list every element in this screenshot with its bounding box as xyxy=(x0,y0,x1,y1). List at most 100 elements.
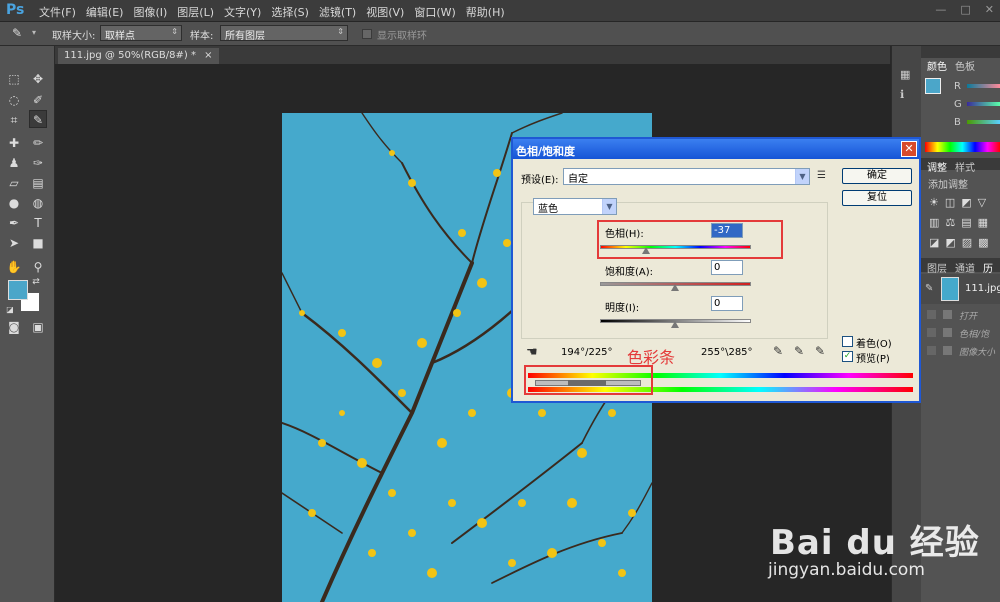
move-tool-icon[interactable]: ✥ xyxy=(29,70,47,88)
color-ramp[interactable] xyxy=(925,142,1000,152)
dialog-close-button[interactable]: ✕ xyxy=(901,141,917,157)
history-item-hue[interactable]: 色相/饱 xyxy=(921,326,1000,342)
hue-highlight-box xyxy=(597,220,783,259)
menu-filter[interactable]: 滤镜(T) xyxy=(314,4,361,20)
show-ring-checkbox[interactable] xyxy=(362,29,372,39)
preset-value: 自定 xyxy=(568,174,588,185)
close-tab-icon[interactable]: × xyxy=(204,50,212,61)
foreground-color-swatch[interactable] xyxy=(8,280,28,300)
stamp-tool-icon[interactable]: ♟ xyxy=(5,154,23,172)
history-item-open[interactable]: 打开 xyxy=(921,308,1000,324)
options-bar: ✎ ▾ 取样大小: 取样点 ⇕ 样本: 所有图层 ⇕ 显示取样环 xyxy=(0,22,1000,46)
menu-help[interactable]: 帮助(H) xyxy=(461,4,510,20)
sample-label: 样本: xyxy=(190,31,214,42)
add-adjustment-label: 添加调整 xyxy=(928,180,968,191)
menu-layer[interactable]: 图层(L) xyxy=(172,4,219,20)
info-panel-icon[interactable]: ℹ xyxy=(900,88,904,101)
targeted-adjust-hand-icon[interactable]: ☚ xyxy=(526,345,538,360)
document-tab[interactable]: 111.jpg @ 50%(RGB/8#) * × xyxy=(58,48,219,64)
history-snapshot-row[interactable]: ✎ 111.jpg xyxy=(921,274,1000,304)
channel-select[interactable]: 蓝色 ▼ xyxy=(533,198,617,215)
preset-select[interactable]: 自定 ▼ xyxy=(563,168,810,185)
brush-tool-icon[interactable]: ✏ xyxy=(29,134,47,152)
lasso-tool-icon[interactable]: ◌ xyxy=(5,91,23,109)
saturation-input[interactable]: 0 xyxy=(711,260,743,275)
menu-edit[interactable]: 编辑(E) xyxy=(81,4,129,20)
close-button[interactable]: ✕ xyxy=(985,3,994,16)
eraser-tool-icon[interactable]: ▱ xyxy=(5,174,23,192)
sample-size-select[interactable]: 取样点 ⇕ xyxy=(100,25,182,42)
zoom-tool-icon[interactable]: ⚲ xyxy=(29,258,47,276)
path-select-tool-icon[interactable]: ➤ xyxy=(5,234,23,252)
tools-panel: ⬚ ✥ ◌ ✐ ⌗ ✎ ✚ ✏ ♟ ✑ ▱ ▤ ● ◍ ✒ T ➤ ■ ✋ ⚲ … xyxy=(0,46,55,602)
history-state-icon xyxy=(943,310,952,319)
preview-label: 预览(P) xyxy=(856,354,890,365)
colorize-checkbox[interactable] xyxy=(842,336,853,347)
swap-colors-icon[interactable]: ⇄ xyxy=(30,276,42,288)
ok-button[interactable]: 确定 xyxy=(842,168,912,184)
crop-tool-icon[interactable]: ⌗ xyxy=(5,111,23,129)
channel-g-slider[interactable] xyxy=(967,102,1000,106)
type-tool-icon[interactable]: T xyxy=(29,214,47,232)
maximize-button[interactable]: □ xyxy=(960,3,970,16)
adjustment-icons-row[interactable]: ▥⚖▤▦ xyxy=(929,216,994,229)
channel-r-slider[interactable] xyxy=(967,84,1000,88)
sample-size-label: 取样大小: xyxy=(52,31,96,42)
minimize-button[interactable]: — xyxy=(935,3,946,16)
menu-type[interactable]: 文字(Y) xyxy=(219,4,266,20)
lightness-input[interactable]: 0 xyxy=(711,296,743,311)
menu-select[interactable]: 选择(S) xyxy=(266,4,314,20)
menu-window[interactable]: 窗口(W) xyxy=(409,4,460,20)
eyedropper-icon[interactable]: ✎ xyxy=(12,26,22,40)
blur-tool-icon[interactable]: ● xyxy=(5,194,23,212)
photoshop-logo: Ps xyxy=(6,2,25,18)
tab-color[interactable]: 颜色 xyxy=(927,58,947,73)
preset-options-icon[interactable]: ☰ xyxy=(817,170,826,181)
sample-select[interactable]: 所有图层 ⇕ xyxy=(220,25,348,42)
tab-adjustments[interactable]: 调整 xyxy=(927,159,947,174)
healing-tool-icon[interactable]: ✚ xyxy=(5,134,23,152)
reset-button[interactable]: 复位 xyxy=(842,190,912,206)
eyedropper-tool-icon[interactable]: ✎ xyxy=(29,110,47,128)
chevron-down-icon: ▼ xyxy=(795,169,809,184)
screen-mode-icon[interactable]: ▣ xyxy=(29,318,47,336)
adjustment-icons-row[interactable]: ◪◩▨▩ xyxy=(929,236,995,249)
tab-channels[interactable]: 通道 xyxy=(955,260,975,275)
shape-tool-icon[interactable]: ■ xyxy=(29,234,47,252)
colorize-label: 着色(O) xyxy=(856,339,892,350)
chevron-down-icon[interactable]: ▾ xyxy=(32,28,36,37)
quick-select-tool-icon[interactable]: ✐ xyxy=(29,91,47,109)
dodge-tool-icon[interactable]: ◍ xyxy=(29,194,47,212)
preset-label: 预设(E): xyxy=(521,175,559,186)
menu-bar: Ps 文件(F) 编辑(E) 图像(I) 图层(L) 文字(Y) 选择(S) 滤… xyxy=(0,0,1000,22)
adjustment-icons-row[interactable]: ☀◫◩▽ xyxy=(929,196,992,209)
history-panel-icon[interactable]: ▦ xyxy=(900,68,910,81)
pen-tool-icon[interactable]: ✒ xyxy=(5,214,23,232)
gradient-tool-icon[interactable]: ▤ xyxy=(29,174,47,192)
tab-styles[interactable]: 样式 xyxy=(955,159,975,174)
dialog-title-bar[interactable]: 色相/饱和度 ✕ xyxy=(513,139,919,159)
preview-checkbox[interactable]: ✓ xyxy=(842,351,853,362)
menu-view[interactable]: 视图(V) xyxy=(361,4,409,20)
lightness-slider-thumb[interactable] xyxy=(671,321,679,328)
menu-file[interactable]: 文件(F) xyxy=(34,4,81,20)
lightness-label: 明度(I): xyxy=(605,303,640,314)
hand-tool-icon[interactable]: ✋ xyxy=(5,258,23,276)
history-item-image-size[interactable]: 图像大小 xyxy=(921,344,1000,360)
menu-items: 文件(F) 编辑(E) 图像(I) 图层(L) 文字(Y) 选择(S) 滤镜(T… xyxy=(34,4,510,20)
eyedropper-icon[interactable]: ✎ xyxy=(773,344,783,358)
marquee-tool-icon[interactable]: ⬚ xyxy=(5,70,23,88)
history-brush-tool-icon[interactable]: ✑ xyxy=(29,154,47,172)
sample-value: 所有图层 xyxy=(225,31,265,42)
saturation-slider-thumb[interactable] xyxy=(671,284,679,291)
tab-swatches[interactable]: 色板 xyxy=(955,58,975,73)
menu-image[interactable]: 图像(I) xyxy=(128,4,172,20)
default-colors-icon[interactable]: ◪ xyxy=(4,304,16,316)
eyedropper-plus-icon[interactable]: ✎ xyxy=(794,344,804,358)
eyedropper-minus-icon[interactable]: ✎ xyxy=(815,344,825,358)
panel-foreground-swatch[interactable] xyxy=(925,78,941,94)
quick-mask-icon[interactable]: ◙ xyxy=(5,318,23,336)
history-state-icon xyxy=(927,310,936,319)
channel-b-slider[interactable] xyxy=(967,120,1000,124)
tab-layers[interactable]: 图层 xyxy=(927,260,947,275)
